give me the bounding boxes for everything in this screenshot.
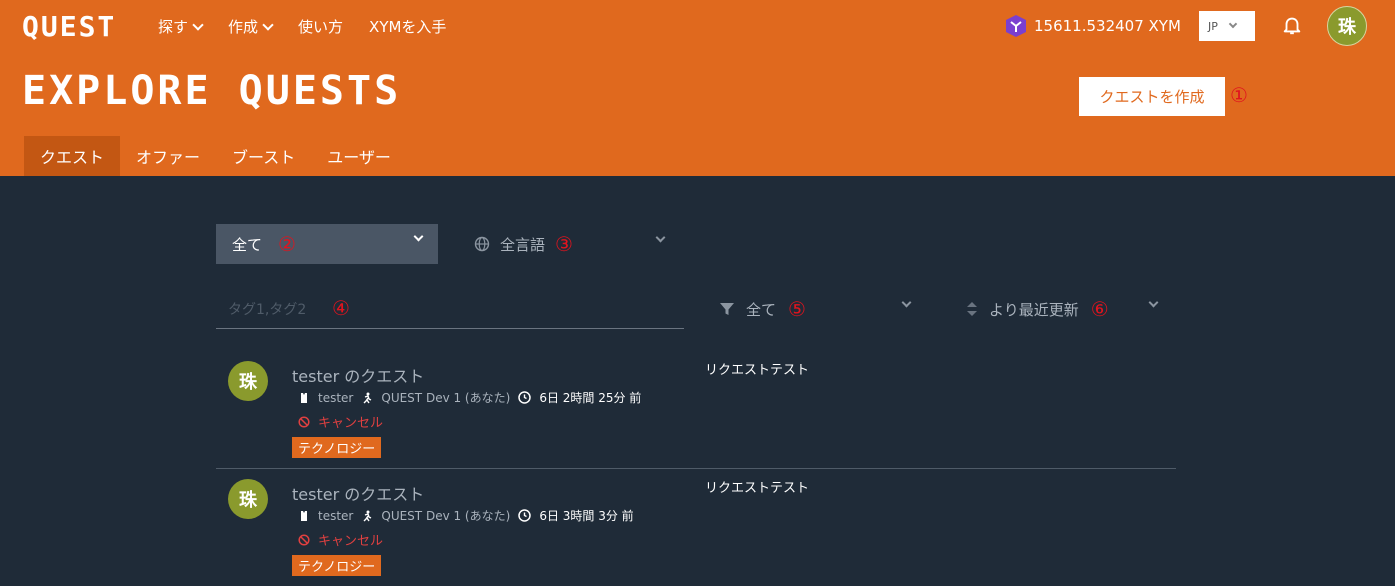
globe-icon <box>474 236 490 252</box>
annotation-marker-4: ④ <box>332 296 350 320</box>
status-filter[interactable]: 全て ⑤ <box>720 296 916 322</box>
quest-time: 6日 3時間 3分 前 <box>539 509 634 523</box>
quest-status: キャンセル <box>298 530 383 549</box>
quest-meta: tester QUEST Dev 1 (あなた) 6日 3時間 3分 前 <box>298 507 634 524</box>
quest-worker[interactable]: QUEST Dev 1 (あなた) <box>381 389 510 406</box>
running-person-icon <box>363 510 372 521</box>
nav-explore[interactable]: 探す <box>158 16 204 37</box>
category-value: 全て <box>232 235 263 254</box>
quest-time: 6日 2時間 25分 前 <box>539 391 642 405</box>
annotation-marker-1: ① <box>1230 83 1248 107</box>
annotation-marker-5: ⑤ <box>788 297 806 321</box>
tag-input[interactable] <box>216 292 684 329</box>
quest-requester[interactable]: tester <box>318 391 353 405</box>
language-filter[interactable]: 全言語 ③ <box>474 231 670 257</box>
annotation-marker-6: ⑥ <box>1090 297 1109 321</box>
quest-request: リクエストテスト <box>705 481 810 496</box>
clock-icon <box>518 391 532 404</box>
tab-users[interactable]: ユーザー <box>311 136 407 176</box>
quest-status: キャンセル <box>298 412 383 431</box>
language-filter-value: 全言語 <box>500 235 546 254</box>
chevron-down-icon <box>413 231 424 242</box>
nav-how-to-label: 使い方 <box>298 18 344 36</box>
quest-status-label: キャンセル <box>318 416 384 431</box>
wallet-balance[interactable]: 15611.532407 XYM <box>1004 14 1181 38</box>
site-logo[interactable]: QUEST <box>22 10 116 43</box>
quest-meta: tester QUEST Dev 1 (あなた) 6日 2時間 25分 前 <box>298 389 641 406</box>
quest-avatar[interactable]: 珠 <box>228 361 268 401</box>
top-header: QUEST 探す 作成 使い方 XYMを入手 15611.532407 XYM … <box>0 0 1395 176</box>
cancel-icon <box>298 533 310 546</box>
chevron-down-icon <box>192 18 204 31</box>
annotation-marker-3: ③ <box>555 232 573 256</box>
tab-boosts[interactable]: ブースト <box>216 136 311 176</box>
nav-create-label: 作成 <box>228 18 259 36</box>
cancel-icon <box>298 415 310 428</box>
tab-offers[interactable]: オファー <box>120 136 216 176</box>
chevron-down-icon <box>655 232 666 243</box>
quest-tag[interactable]: テクノロジー <box>292 555 382 576</box>
quest-title[interactable]: tester のクエスト <box>292 481 424 505</box>
annotation-marker-2: ② <box>278 232 296 256</box>
create-quest-button[interactable]: クエストを作成 <box>1079 77 1225 116</box>
status-filter-value: 全て <box>746 300 777 319</box>
quest-request: リクエストテスト <box>705 363 810 378</box>
clock-icon <box>518 509 532 522</box>
tab-quests[interactable]: クエスト <box>24 136 121 176</box>
quest-avatar[interactable]: 珠 <box>228 479 268 519</box>
chevron-down-icon <box>1148 297 1159 308</box>
symbol-logo-icon <box>1006 15 1026 37</box>
chevron-down-icon <box>262 18 274 31</box>
sort-filter[interactable]: より最近更新 ⑥ <box>967 296 1163 322</box>
category-select[interactable]: 全て ② <box>216 224 438 264</box>
chevron-down-icon <box>1228 19 1238 29</box>
nav-how-to[interactable]: 使い方 <box>298 16 343 37</box>
sort-icon <box>967 302 977 316</box>
quest-list-item[interactable]: 珠 tester のクエスト tester QUEST Dev 1 (あなた) … <box>216 470 1176 586</box>
quest-tag[interactable]: テクノロジー <box>292 437 382 458</box>
main-nav: 探す 作成 使い方 XYMを入手 <box>158 16 446 37</box>
sort-filter-value: より最近更新 <box>989 300 1079 319</box>
balance-amount: 15611.532407 XYM <box>1034 17 1181 35</box>
shirt-icon <box>301 392 307 403</box>
nav-create[interactable]: 作成 <box>228 16 274 37</box>
chevron-down-icon <box>901 297 912 308</box>
nav-get-xym-label: XYMを入手 <box>369 18 447 36</box>
language-value: JP <box>1208 19 1218 33</box>
language-select[interactable]: JP <box>1199 11 1255 41</box>
shirt-icon <box>301 510 307 521</box>
quest-status-label: キャンセル <box>318 534 384 549</box>
bell-icon[interactable] <box>1281 14 1303 36</box>
nav-get-xym[interactable]: XYMを入手 <box>369 16 446 37</box>
running-person-icon <box>363 392 372 403</box>
filter-icon <box>720 303 734 315</box>
page-title: EXPLORE QUESTS <box>22 68 402 114</box>
quest-worker[interactable]: QUEST Dev 1 (あなた) <box>381 507 510 524</box>
quest-list-item[interactable]: 珠 tester のクエスト tester QUEST Dev 1 (あなた) … <box>216 352 1176 469</box>
explore-tabs: クエスト オファー ブースト ユーザー <box>24 136 407 176</box>
user-avatar[interactable]: 珠 <box>1327 6 1367 46</box>
nav-explore-label: 探す <box>158 18 189 36</box>
quest-requester[interactable]: tester <box>318 509 353 523</box>
quest-title[interactable]: tester のクエスト <box>292 363 424 387</box>
